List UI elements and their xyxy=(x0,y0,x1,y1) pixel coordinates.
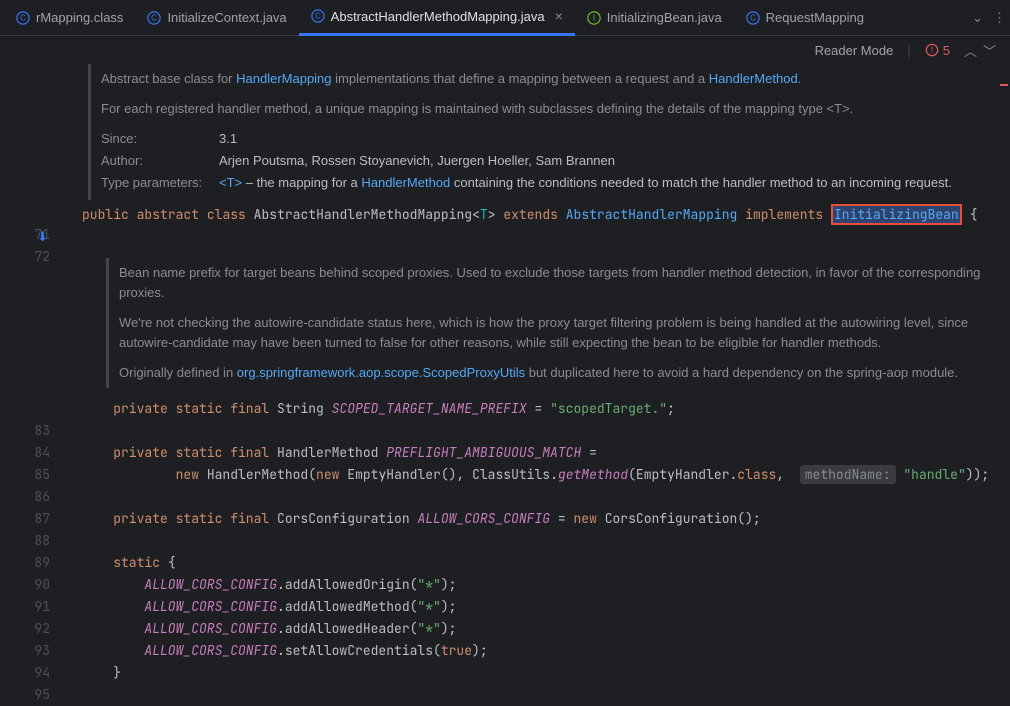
parameter-hint: methodName: xyxy=(800,465,896,484)
error-count: 5 xyxy=(943,43,950,58)
error-icon: ! xyxy=(925,43,939,57)
svg-text:C: C xyxy=(152,13,158,22)
code-line: new HandlerMethod(new EmptyHandler(), Cl… xyxy=(68,464,1010,486)
tab-file-0[interactable]: C rMapping.class xyxy=(4,0,135,36)
code-line: private static final String SCOPED_TARGE… xyxy=(68,398,1010,420)
more-icon[interactable]: ⋮ xyxy=(993,10,1006,26)
tab-label: InitializeContext.java xyxy=(167,10,286,25)
field-javadoc: Bean name prefix for target beans behind… xyxy=(106,258,1010,388)
tab-file-4[interactable]: C RequestMapping xyxy=(734,0,876,36)
override-icon[interactable]: ⬇ xyxy=(37,226,48,248)
chevron-down-icon[interactable]: ⌄ xyxy=(972,10,983,26)
tab-label: InitializingBean.java xyxy=(607,10,722,25)
code-line: private static final HandlerMethod PREFL… xyxy=(68,442,1010,464)
editor-toolbar: Reader Mode | ! 5 ︿ ﹀ xyxy=(0,36,1010,64)
interface-icon: I xyxy=(587,11,601,25)
svg-text:C: C xyxy=(315,12,321,21)
tab-file-2[interactable]: C AbstractHandlerMethodMapping.java × xyxy=(299,0,575,36)
tab-label: RequestMapping xyxy=(766,10,864,25)
svg-text:C: C xyxy=(750,13,756,22)
tab-label: rMapping.class xyxy=(36,10,123,25)
code-editor[interactable]: 71⬇ 72 83 84 85 86 87 88 89 90 91 92 93 … xyxy=(0,64,1010,704)
code-line: static { xyxy=(68,552,1010,574)
code-line: ALLOW_CORS_CONFIG.addAllowedHeader("*"); xyxy=(68,618,1010,640)
code-line: ALLOW_CORS_CONFIG.addAllowedMethod("*"); xyxy=(68,596,1010,618)
reader-mode-toggle[interactable]: Reader Mode xyxy=(815,43,894,58)
nav-down-icon[interactable]: ﹀ xyxy=(983,41,996,60)
class-icon: C xyxy=(746,11,760,25)
doc-link[interactable]: HandlerMethod xyxy=(361,175,450,190)
error-indicator[interactable]: ! 5 xyxy=(925,43,950,58)
doc-link[interactable]: org.springframework.aop.scope.ScopedProx… xyxy=(237,365,525,380)
scrollbar-minimap[interactable] xyxy=(998,64,1010,704)
code-line: ALLOW_CORS_CONFIG.setAllowCredentials(tr… xyxy=(68,640,1010,662)
svg-text:C: C xyxy=(20,13,26,22)
nav-up-icon[interactable]: ︿ xyxy=(964,41,977,60)
class-icon: C xyxy=(16,11,30,25)
code-line: private static final CorsConfiguration A… xyxy=(68,508,1010,530)
tab-file-1[interactable]: C InitializeContext.java xyxy=(135,0,298,36)
tab-label: AbstractHandlerMethodMapping.java xyxy=(331,9,545,24)
class-icon: C xyxy=(147,11,161,25)
editor-tabs: C rMapping.class C InitializeContext.jav… xyxy=(0,0,1010,36)
doc-link[interactable]: HandlerMapping xyxy=(236,71,331,86)
code-line: } xyxy=(68,662,1010,684)
code-content: Abstract base class for HandlerMapping i… xyxy=(68,64,1010,704)
line-gutter: 71⬇ 72 83 84 85 86 87 88 89 90 91 92 93 … xyxy=(0,64,68,704)
class-javadoc: Abstract base class for HandlerMapping i… xyxy=(88,64,1010,200)
code-line: ALLOW_CORS_CONFIG.addAllowedOrigin("*"); xyxy=(68,574,1010,596)
close-icon[interactable]: × xyxy=(555,8,563,24)
svg-text:I: I xyxy=(593,13,595,22)
doc-link[interactable]: HandlerMethod xyxy=(709,71,798,86)
class-declaration: public abstract class AbstractHandlerMet… xyxy=(68,204,1010,226)
svg-text:!: ! xyxy=(931,45,933,55)
highlighted-interface[interactable]: InitializingBean xyxy=(831,204,962,225)
tab-file-3[interactable]: I InitializingBean.java xyxy=(575,0,734,36)
class-icon: C xyxy=(311,9,325,23)
